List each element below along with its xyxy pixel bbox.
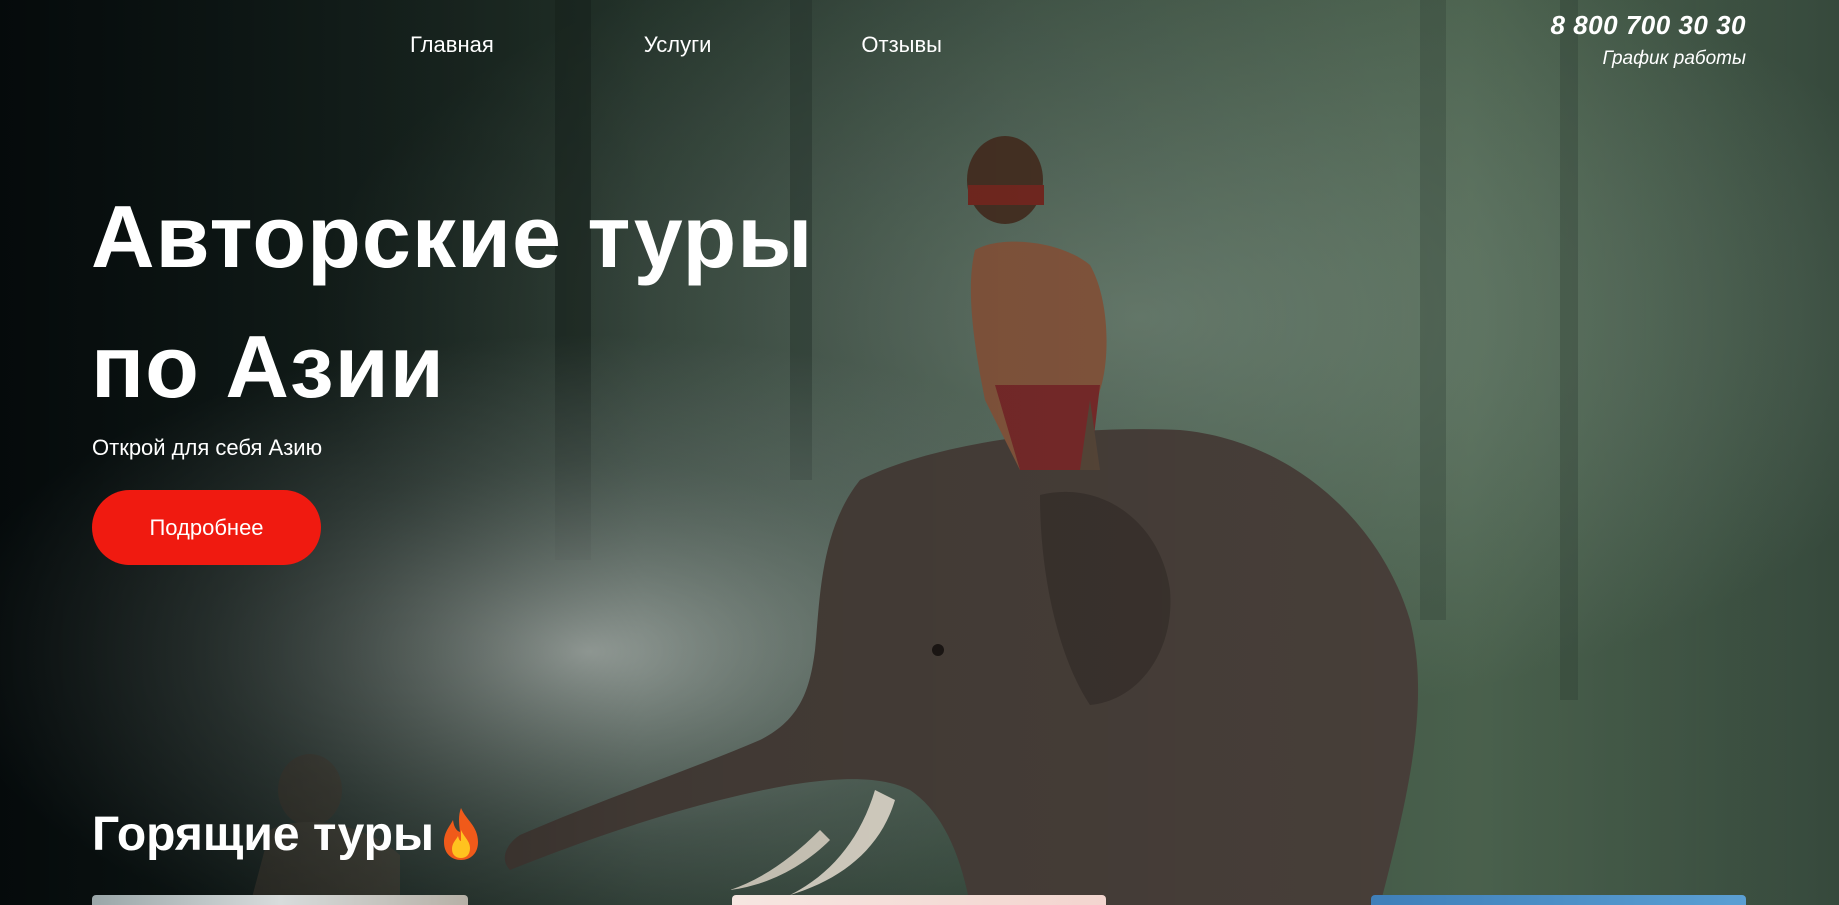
hot-tours-heading: Горящие туры: [92, 806, 484, 862]
tour-card-1[interactable]: [92, 895, 468, 905]
nav-item-services[interactable]: Услуги: [644, 32, 712, 58]
tour-card-2[interactable]: [732, 895, 1106, 905]
tour-card-3[interactable]: [1371, 895, 1746, 905]
more-details-button[interactable]: Подробнее: [92, 490, 321, 565]
hero-title: Авторские туры по Азии: [91, 172, 813, 432]
nav-item-reviews[interactable]: Отзывы: [861, 32, 942, 58]
contact-block: 8 800 700 30 30 График работы: [1551, 10, 1746, 70]
hero-subtitle: Открой для себя Азию: [92, 435, 323, 460]
work-hours-link[interactable]: График работы: [1551, 48, 1746, 70]
hot-tours-title: Горящие туры: [92, 807, 434, 861]
hero-title-line-2: по Азии: [91, 317, 445, 416]
phone-number[interactable]: 8 800 700 30 30: [1551, 10, 1746, 41]
hero-section: Главная Услуги Отзывы 8 800 700 30 30 Гр…: [0, 0, 1839, 905]
nav-item-home[interactable]: Главная: [410, 32, 494, 58]
fire-icon: [443, 808, 478, 860]
main-nav: Главная Услуги Отзывы: [410, 32, 942, 58]
hero-title-line-1: Авторские туры: [91, 187, 814, 286]
